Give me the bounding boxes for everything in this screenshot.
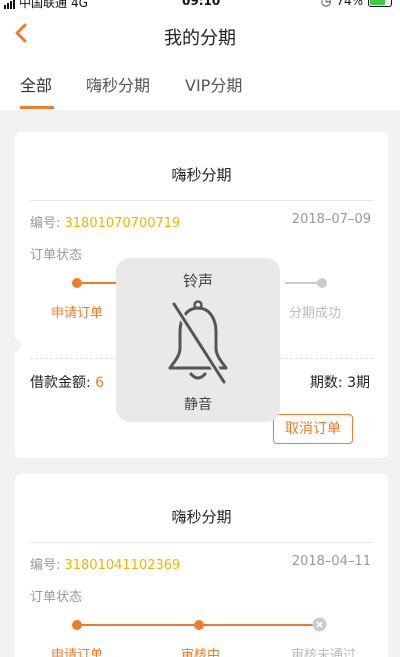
step-dot-done <box>72 620 82 630</box>
card-title: 嗨秒分期 <box>171 508 232 526</box>
progress-line <box>203 624 313 626</box>
status-progress: 申请订单 审核中 审核未通过 <box>15 617 388 657</box>
progress-line <box>81 282 121 284</box>
alarm-icon: ◷ <box>320 0 332 8</box>
battery-percent: 74% <box>336 0 363 8</box>
step-label: 审核中 <box>181 648 221 657</box>
carrier-name: 中国联通 <box>19 0 68 10</box>
cancel-order-button[interactable]: 取消订单 <box>273 414 353 444</box>
order-number-label: 编号: <box>30 558 65 573</box>
order-number-row: 编号: 31801041102369 2018–04–11 <box>30 554 373 573</box>
bell-muted-icon <box>168 300 228 384</box>
tab-bar: 全部 嗨秒分期 VIP分期 <box>0 60 400 110</box>
step-label: 申请订单 <box>51 648 104 657</box>
network-type: 4G <box>71 0 88 10</box>
card-title: 嗨秒分期 <box>171 166 232 184</box>
step-label: 审核未通过 <box>291 648 357 657</box>
signal-icon <box>4 0 15 9</box>
page-title: 我的分期 <box>164 28 236 49</box>
order-number-label: 编号: <box>30 216 65 231</box>
nav-bar: 我的分期 <box>0 10 400 60</box>
order-status-label: 订单状态 <box>30 248 83 263</box>
divider <box>30 200 373 201</box>
order-number: 31801070700719 <box>64 216 181 231</box>
tab-all[interactable]: 全部 <box>20 72 52 96</box>
order-number: 31801041102369 <box>64 558 181 573</box>
overlay-subtitle: 静音 <box>184 397 212 413</box>
amount-label: 借款金额: <box>30 375 96 391</box>
order-card[interactable]: 嗨秒分期 编号: 31801041102369 2018–04–11 订单状态 … <box>15 474 388 657</box>
periods-label: 期数: <box>309 375 348 391</box>
overlay-title: 铃声 <box>182 272 213 290</box>
step-dot-done <box>194 620 204 630</box>
status-right: ◷ 74% <box>321 0 392 8</box>
tab-haimiao[interactable]: 嗨秒分期 <box>86 72 150 96</box>
status-left: 中国联通 4G <box>4 0 88 10</box>
tab-active-indicator <box>20 106 54 109</box>
battery-icon <box>368 0 392 7</box>
step-label: 分期成功 <box>289 306 342 321</box>
order-number-row: 编号: 31801070700719 2018–07–09 <box>30 212 373 231</box>
step-label: 申请订单 <box>51 306 104 321</box>
order-date: 2018–04–11 <box>291 554 371 569</box>
step-dot-pending <box>317 278 327 288</box>
periods: 期数: 3期 <box>310 372 370 392</box>
tab-vip[interactable]: VIP分期 <box>185 72 242 96</box>
step-dot-done <box>72 278 82 288</box>
divider <box>30 542 373 543</box>
amount-value: 6 <box>95 375 105 391</box>
status-time: 09:10 <box>182 0 221 8</box>
rejected-step-icon <box>312 617 327 632</box>
periods-value: 3期 <box>347 375 370 391</box>
order-status-label: 订单状态 <box>30 590 83 605</box>
ringer-overlay: 铃声 静音 <box>116 258 280 422</box>
progress-line <box>81 624 198 626</box>
status-bar: 中国联通 4G 09:10 ◷ 74% <box>0 0 400 10</box>
order-date: 2018–07–09 <box>291 212 371 227</box>
